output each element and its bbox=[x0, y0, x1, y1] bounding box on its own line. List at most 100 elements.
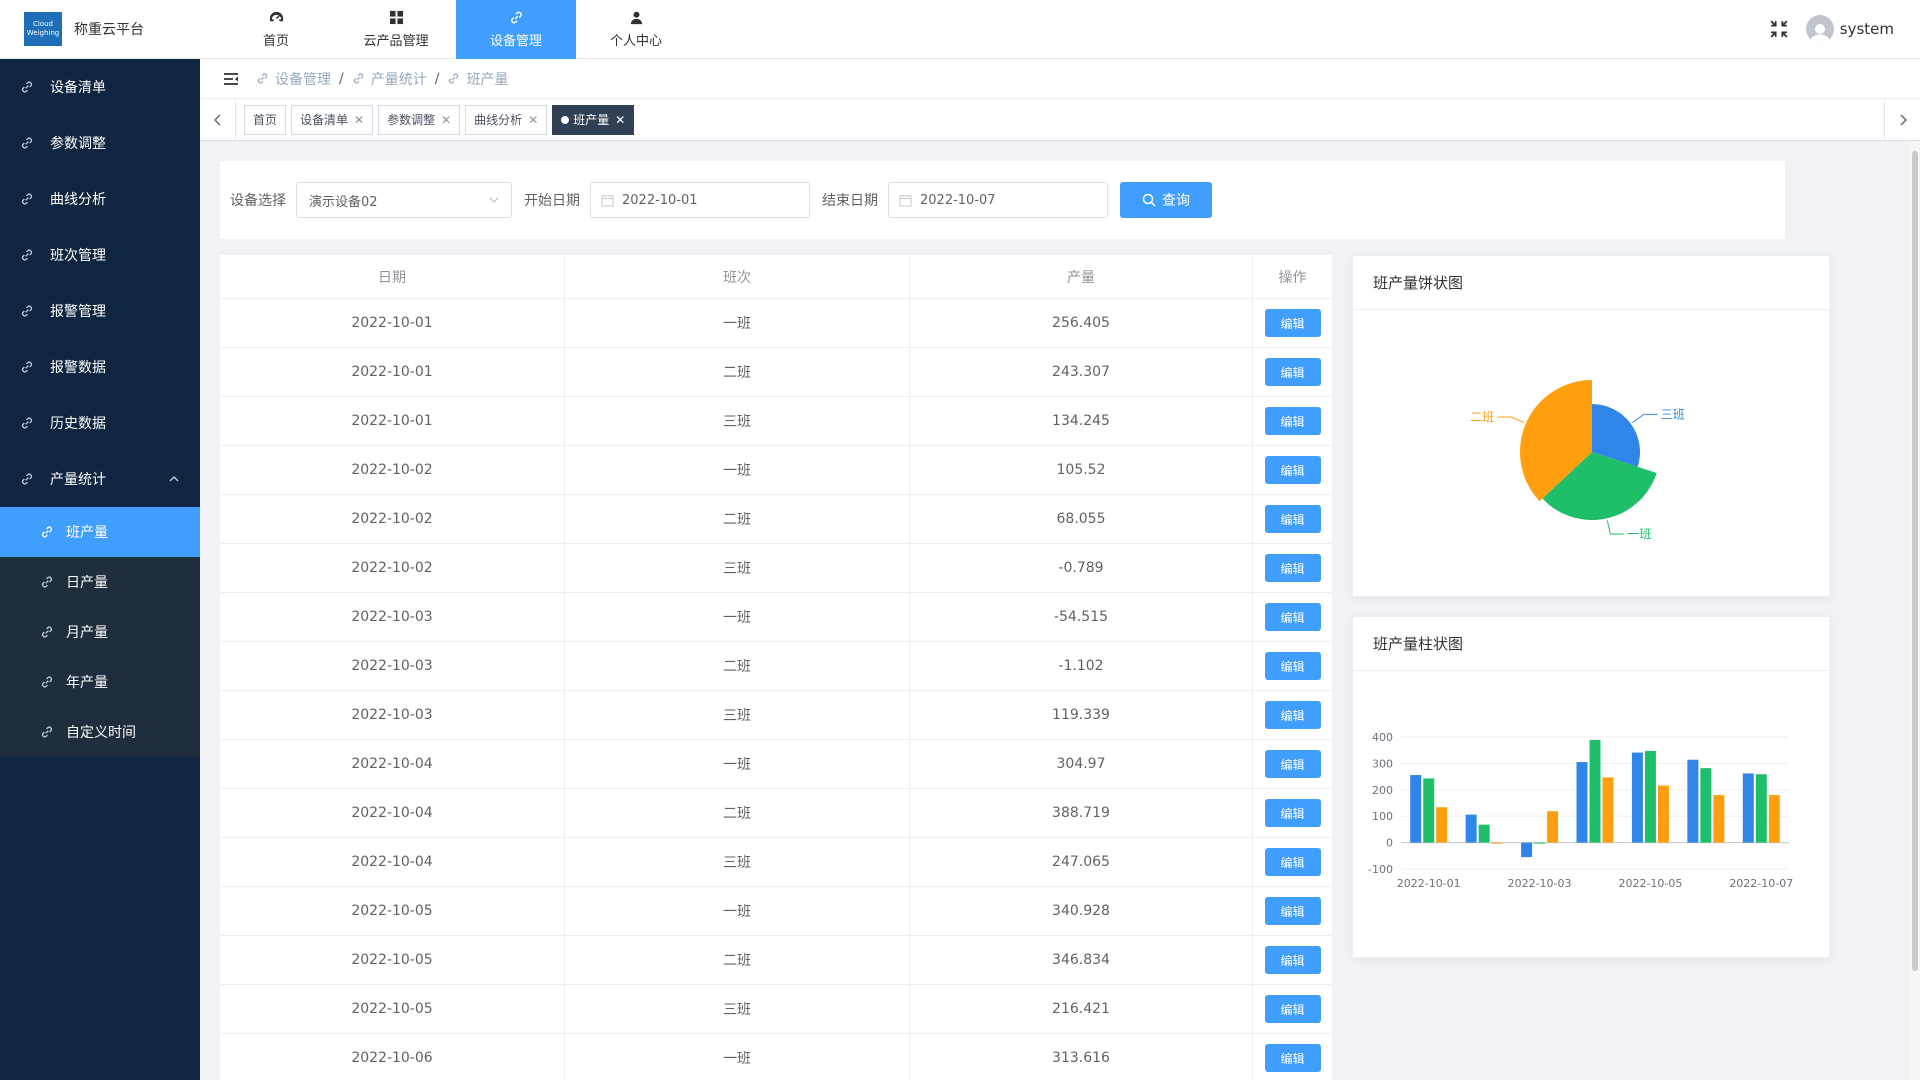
tag-device-list[interactable]: 设备清单 ✕ bbox=[291, 104, 374, 135]
column-header-date[interactable]: 日期 bbox=[220, 255, 565, 298]
bar[interactable] bbox=[1768, 795, 1780, 843]
edit-button[interactable]: 编辑 bbox=[1264, 799, 1321, 827]
cell-action: 编辑 bbox=[1253, 740, 1332, 788]
edit-button[interactable]: 编辑 bbox=[1264, 1044, 1321, 1072]
bar[interactable] bbox=[1631, 752, 1643, 843]
bar[interactable] bbox=[1576, 762, 1588, 843]
device-select[interactable]: 演示设备02 bbox=[296, 182, 512, 218]
cell-shift: 一班 bbox=[565, 593, 910, 641]
tag-param-adjust[interactable]: 参数调整 ✕ bbox=[378, 104, 461, 135]
cell-date: 2022-10-05 bbox=[220, 985, 565, 1033]
bar[interactable] bbox=[1491, 842, 1503, 844]
topnav-home[interactable]: 首页 bbox=[216, 0, 336, 59]
edit-button[interactable]: 编辑 bbox=[1264, 750, 1321, 778]
hamburger-icon[interactable] bbox=[222, 70, 240, 88]
bar[interactable] bbox=[1478, 824, 1490, 843]
close-icon[interactable]: ✕ bbox=[528, 113, 538, 127]
bar[interactable] bbox=[1589, 739, 1601, 843]
tags-list: 首页 设备清单 ✕ 参数调整 ✕ 曲线分析 ✕ 班产量 ✕ bbox=[236, 104, 639, 135]
tags-scroll-left[interactable] bbox=[200, 99, 236, 140]
avatar[interactable] bbox=[1805, 15, 1834, 43]
bar[interactable] bbox=[1742, 773, 1754, 843]
sidebar-item-param-adjust[interactable]: 参数调整 bbox=[0, 115, 200, 171]
bar[interactable] bbox=[1423, 778, 1435, 843]
bar[interactable] bbox=[1602, 777, 1614, 843]
bar[interactable] bbox=[1534, 842, 1546, 844]
edit-button[interactable]: 编辑 bbox=[1264, 995, 1321, 1023]
edit-button[interactable]: 编辑 bbox=[1264, 309, 1321, 337]
bar[interactable] bbox=[1521, 842, 1533, 858]
sidebar-subitem-monthly-output[interactable]: 月产量 bbox=[0, 607, 200, 657]
sidebar-item-device-list[interactable]: 设备清单 bbox=[0, 59, 200, 115]
sidebar-subitem-shift-output[interactable]: 班产量 bbox=[0, 507, 200, 557]
table-row: 2022-10-03 二班 -1.102 编辑 bbox=[220, 642, 1332, 691]
sidebar-item-shift-management[interactable]: 班次管理 bbox=[0, 227, 200, 283]
sidebar-item-alarm-data[interactable]: 报警数据 bbox=[0, 339, 200, 395]
cell-output: -0.789 bbox=[910, 544, 1253, 592]
user-name[interactable]: system bbox=[1840, 20, 1894, 38]
column-header-shift[interactable]: 班次 bbox=[565, 255, 910, 298]
bar[interactable] bbox=[1644, 750, 1656, 843]
close-icon[interactable]: ✕ bbox=[354, 113, 364, 127]
bar[interactable] bbox=[1410, 775, 1422, 843]
cell-output: -54.515 bbox=[910, 593, 1253, 641]
tag-home[interactable]: 首页 bbox=[244, 104, 287, 135]
search-button[interactable]: 查询 bbox=[1120, 182, 1212, 218]
bar[interactable] bbox=[1657, 785, 1669, 843]
end-date-picker[interactable]: 2022-10-07 bbox=[888, 182, 1108, 218]
sidebar-item-history-data[interactable]: 历史数据 bbox=[0, 395, 200, 451]
edit-button[interactable]: 编辑 bbox=[1264, 407, 1321, 435]
table-row: 2022-10-04 三班 247.065 编辑 bbox=[220, 838, 1332, 887]
edit-button[interactable]: 编辑 bbox=[1264, 848, 1321, 876]
bar[interactable] bbox=[1755, 774, 1767, 843]
bar[interactable] bbox=[1700, 768, 1712, 843]
cell-action: 编辑 bbox=[1253, 446, 1332, 494]
tags-scroll-right[interactable] bbox=[1884, 99, 1920, 140]
bar[interactable] bbox=[1713, 795, 1725, 843]
column-header-output[interactable]: 产量 bbox=[910, 255, 1253, 298]
edit-button[interactable]: 编辑 bbox=[1264, 603, 1321, 631]
sidebar-item-alarm-management[interactable]: 报警管理 bbox=[0, 283, 200, 339]
breadcrumb-item[interactable]: 产量统计 bbox=[352, 69, 427, 89]
tag-curve-analysis[interactable]: 曲线分析 ✕ bbox=[465, 104, 548, 135]
bar[interactable] bbox=[1687, 759, 1699, 843]
edit-button[interactable]: 编辑 bbox=[1264, 946, 1321, 974]
sidebar-subitem-custom-time[interactable]: 自定义时间 bbox=[0, 707, 200, 757]
sidebar-item-curve-analysis[interactable]: 曲线分析 bbox=[0, 171, 200, 227]
close-icon[interactable]: ✕ bbox=[441, 113, 451, 127]
scrollbar-thumb[interactable] bbox=[1912, 151, 1918, 971]
edit-button[interactable]: 编辑 bbox=[1264, 505, 1321, 533]
edit-button[interactable]: 编辑 bbox=[1264, 554, 1321, 582]
cell-output: 247.065 bbox=[910, 838, 1253, 886]
edit-button[interactable]: 编辑 bbox=[1264, 897, 1321, 925]
bar[interactable] bbox=[1465, 814, 1477, 843]
start-date-picker[interactable]: 2022-10-01 bbox=[590, 182, 810, 218]
bar[interactable] bbox=[1547, 811, 1559, 843]
cell-date: 2022-10-01 bbox=[220, 348, 565, 396]
breadcrumb-label: 设备管理 bbox=[275, 71, 331, 88]
link-icon bbox=[42, 576, 52, 588]
exit-fullscreen-icon[interactable] bbox=[1770, 20, 1788, 38]
topnav-device-management[interactable]: 设备管理 bbox=[456, 0, 576, 59]
page-scrollbar[interactable] bbox=[1910, 141, 1920, 1080]
breadcrumb-item[interactable]: 设备管理 bbox=[256, 69, 331, 89]
sidebar-item-output-stats[interactable]: 产量统计 bbox=[0, 451, 200, 507]
edit-button[interactable]: 编辑 bbox=[1264, 652, 1321, 680]
tag-label: 曲线分析 bbox=[474, 113, 523, 127]
breadcrumb-item-current: 班产量 bbox=[447, 69, 508, 89]
edit-button[interactable]: 编辑 bbox=[1264, 358, 1321, 386]
brand[interactable]: Cloud Weighing 称重云平台 bbox=[0, 0, 200, 59]
pie-label-line bbox=[1497, 416, 1525, 424]
bar[interactable] bbox=[1436, 807, 1448, 843]
bar-chart-title: 班产量柱状图 bbox=[1353, 617, 1829, 671]
cell-output: 216.421 bbox=[910, 985, 1253, 1033]
sidebar-subitem-daily-output[interactable]: 日产量 bbox=[0, 557, 200, 607]
edit-button[interactable]: 编辑 bbox=[1264, 701, 1321, 729]
tag-shift-output[interactable]: 班产量 ✕ bbox=[552, 104, 635, 135]
topnav-personal-center[interactable]: 个人中心 bbox=[576, 0, 696, 59]
sidebar-subitem-yearly-output[interactable]: 年产量 bbox=[0, 657, 200, 707]
topnav-cloud-products[interactable]: 云产品管理 bbox=[336, 0, 456, 59]
close-icon[interactable]: ✕ bbox=[615, 113, 625, 127]
active-dot-icon bbox=[561, 115, 570, 124]
edit-button[interactable]: 编辑 bbox=[1264, 456, 1321, 484]
